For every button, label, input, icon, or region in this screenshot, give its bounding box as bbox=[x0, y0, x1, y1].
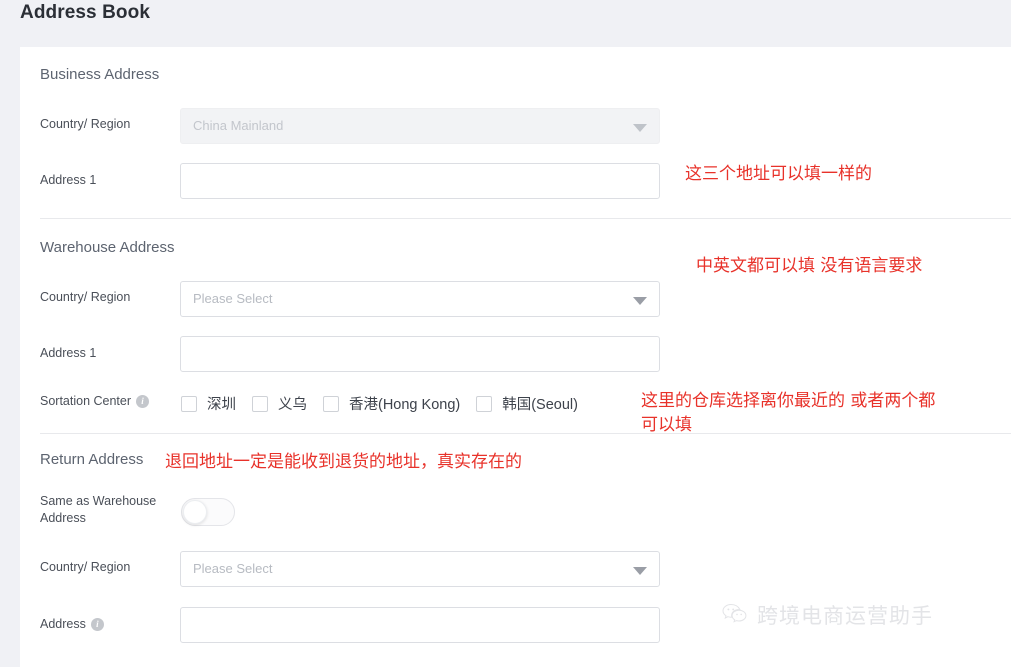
section-title-business-address: Business Address bbox=[40, 66, 160, 83]
sortation-center-label-text: Sortation Center bbox=[40, 394, 132, 408]
sortation-checkbox-item-1[interactable]: 义乌 bbox=[252, 393, 307, 414]
sortation-checkbox-label: 义乌 bbox=[278, 397, 307, 413]
return-address-label-text: Address bbox=[40, 617, 86, 631]
sortation-center-label: Sortation Center i bbox=[40, 393, 150, 410]
warehouse-address1-label: Address 1 bbox=[40, 346, 97, 360]
same-as-warehouse-toggle[interactable] bbox=[181, 498, 235, 526]
sortation-checkbox-label: 韩国(Seoul) bbox=[502, 397, 578, 413]
sortation-checkbox-item-2[interactable]: 香港(Hong Kong) bbox=[323, 393, 460, 414]
return-country-select[interactable]: Please Select bbox=[180, 551, 660, 587]
warehouse-country-placeholder: Please Select bbox=[193, 291, 273, 306]
annotation-return-address: 退回地址一定是能收到退货的地址，真实存在的 bbox=[165, 452, 522, 472]
annotation-sortation-center: 这里的仓库选择离你最近的 或者两个都 可以填 bbox=[641, 391, 936, 435]
chevron-down-icon bbox=[633, 124, 647, 132]
checkbox-icon[interactable] bbox=[181, 395, 197, 412]
chevron-down-icon bbox=[633, 567, 647, 575]
toggle-knob bbox=[183, 500, 207, 524]
sortation-center-checkbox-group: 深圳 义乌 香港(Hong Kong) 韩国(Seoul) bbox=[181, 393, 594, 414]
annotation-language: 中英文都可以填 没有语言要求 bbox=[696, 256, 923, 276]
checkbox-icon[interactable] bbox=[323, 395, 339, 412]
return-country-placeholder: Please Select bbox=[193, 561, 273, 576]
return-country-label: Country/ Region bbox=[40, 560, 131, 574]
business-country-value: China Mainland bbox=[193, 118, 284, 133]
return-address-input[interactable] bbox=[180, 607, 660, 643]
business-address1-input[interactable] bbox=[180, 163, 660, 199]
address-form-card: Business Address Country/ Region China M… bbox=[20, 47, 1011, 667]
sortation-checkbox-label: 深圳 bbox=[207, 397, 236, 413]
business-country-label: Country/ Region bbox=[40, 117, 131, 131]
business-address1-label: Address 1 bbox=[40, 173, 97, 187]
warehouse-country-select[interactable]: Please Select bbox=[180, 281, 660, 317]
wechat-icon bbox=[722, 603, 748, 627]
same-as-warehouse-label: Same as Warehouse Address bbox=[40, 494, 157, 525]
page-title: Address Book bbox=[20, 2, 151, 23]
chevron-down-icon bbox=[633, 297, 647, 305]
page-header-bar: Address Book bbox=[0, 0, 1011, 47]
checkbox-icon[interactable] bbox=[476, 395, 493, 412]
watermark: 跨境电商运营助手 bbox=[722, 600, 933, 630]
sortation-checkbox-item-0[interactable]: 深圳 bbox=[181, 393, 236, 414]
checkbox-icon[interactable] bbox=[252, 395, 268, 412]
sortation-checkbox-item-3[interactable]: 韩国(Seoul) bbox=[476, 393, 578, 414]
business-country-select[interactable]: China Mainland bbox=[180, 108, 660, 144]
info-icon[interactable]: i bbox=[90, 618, 104, 631]
return-address-label: Address i bbox=[40, 616, 104, 633]
address-book-page: Address Book Business Address Country/ R… bbox=[0, 0, 1011, 667]
warehouse-address1-input[interactable] bbox=[180, 336, 660, 372]
warehouse-country-label: Country/ Region bbox=[40, 290, 131, 304]
section-title-return-address: Return Address bbox=[40, 451, 144, 468]
sortation-checkbox-label: 香港(Hong Kong) bbox=[349, 397, 461, 413]
left-gutter bbox=[0, 47, 20, 667]
info-icon[interactable]: i bbox=[136, 395, 150, 408]
divider-business-warehouse bbox=[40, 218, 1011, 219]
watermark-text: 跨境电商运营助手 bbox=[757, 605, 933, 628]
annotation-business-address: 这三个地址可以填一样的 bbox=[685, 164, 872, 184]
section-title-warehouse-address: Warehouse Address bbox=[40, 239, 175, 256]
